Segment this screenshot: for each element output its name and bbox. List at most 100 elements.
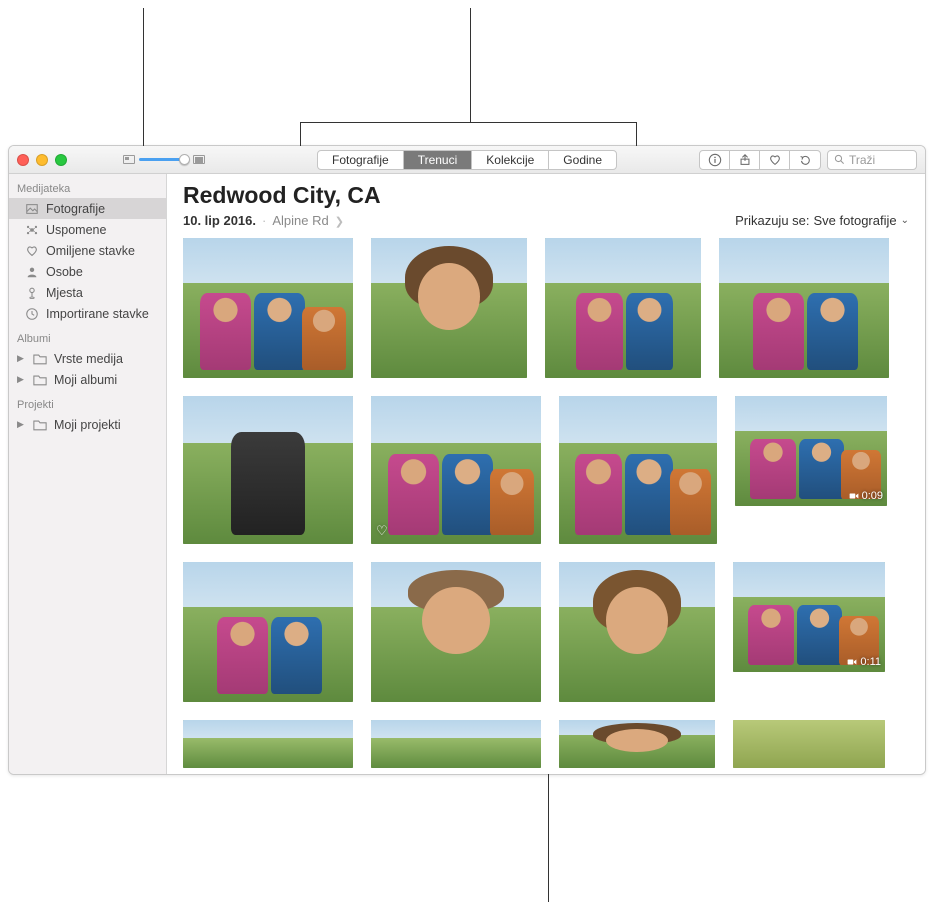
- zoom-button[interactable]: [55, 154, 67, 166]
- chevron-right-icon: ❯: [335, 215, 344, 228]
- main-header: Redwood City, CA 10. lip 2016. · Alpine …: [167, 174, 925, 234]
- toolbar-right: Traži: [699, 150, 917, 170]
- showing-label: Prikazuju se:: [735, 213, 809, 228]
- sidebar-header-library: Medijateka: [9, 180, 166, 198]
- folder-icon: [32, 372, 47, 387]
- close-button[interactable]: [17, 154, 29, 166]
- sidebar-header-projekti: Projekti: [9, 396, 166, 414]
- share-button[interactable]: [730, 151, 760, 169]
- video-duration-badge: 0:11: [847, 656, 881, 668]
- photo-thumbnail[interactable]: 0:11: [733, 562, 885, 672]
- pin-icon: [24, 285, 39, 300]
- callout-line-slider: [143, 8, 144, 146]
- photo-thumbnail[interactable]: [183, 396, 353, 544]
- showing-filter[interactable]: Prikazuju se: Sve fotografije ⌄: [735, 213, 909, 228]
- sidebar-item-mjesta[interactable]: Mjesta: [9, 282, 166, 303]
- tab-fotografije[interactable]: Fotografije: [318, 151, 404, 169]
- subtitle-left[interactable]: 10. lip 2016. · Alpine Rd ❯: [183, 213, 344, 228]
- zoom-large-icon: [193, 155, 205, 164]
- titlebar: Fotografije Trenuci Kolekcije Godine: [9, 146, 925, 174]
- view-tabs: Fotografije Trenuci Kolekcije Godine: [317, 150, 617, 170]
- grid-row: [183, 238, 909, 378]
- sidebar-item-vrste-medija[interactable]: ▶ Vrste medija: [9, 348, 166, 369]
- photo-thumbnail[interactable]: [559, 562, 715, 702]
- subtitle-row: 10. lip 2016. · Alpine Rd ❯ Prikazuju se…: [183, 213, 909, 228]
- disclosure-triangle-icon[interactable]: ▶: [17, 374, 25, 385]
- folder-icon: [32, 351, 47, 366]
- window-body: Medijateka Fotografije Uspomene Omiljene…: [9, 174, 925, 774]
- chevron-down-icon: ⌄: [901, 215, 909, 226]
- sidebar-label: Importirane stavke: [46, 307, 149, 321]
- slider-track[interactable]: [139, 158, 189, 161]
- tab-kolekcije[interactable]: Kolekcije: [472, 151, 549, 169]
- sidebar-label: Moji albumi: [54, 373, 117, 387]
- tab-godine[interactable]: Godine: [549, 151, 616, 169]
- memories-icon: [24, 222, 39, 237]
- sidebar-item-fotografije[interactable]: Fotografije: [9, 198, 166, 219]
- sidebar-item-omiljene[interactable]: Omiljene stavke: [9, 240, 166, 261]
- photo-thumbnail[interactable]: [183, 238, 353, 378]
- showing-value: Sve fotografije: [814, 213, 897, 228]
- sidebar: Medijateka Fotografije Uspomene Omiljene…: [9, 174, 167, 774]
- photo-thumbnail[interactable]: [371, 238, 527, 378]
- tool-group: [699, 150, 821, 170]
- disclosure-triangle-icon[interactable]: ▶: [17, 419, 25, 430]
- video-icon: [849, 491, 859, 501]
- favorite-button[interactable]: [760, 151, 790, 169]
- sidebar-label: Moji projekti: [54, 418, 121, 432]
- photos-icon: [24, 201, 39, 216]
- callout-bracket-top: [300, 122, 636, 123]
- sidebar-item-osobe[interactable]: Osobe: [9, 261, 166, 282]
- sidebar-label: Omiljene stavke: [46, 244, 135, 258]
- photo-thumbnail[interactable]: [559, 720, 715, 768]
- tab-trenuci[interactable]: Trenuci: [404, 151, 473, 169]
- info-button[interactable]: [700, 151, 730, 169]
- photo-thumbnail[interactable]: [559, 396, 717, 544]
- callout-line-tabs: [470, 8, 471, 122]
- heart-icon: [24, 243, 39, 258]
- grid-row: 0:11: [183, 562, 909, 702]
- rotate-button[interactable]: [790, 151, 820, 169]
- window-controls: [17, 154, 67, 166]
- favorite-heart-icon: ♡: [376, 523, 388, 539]
- grid-row: ♡ 0:09: [183, 396, 909, 544]
- zoom-small-icon: [123, 155, 135, 164]
- sidebar-label: Osobe: [46, 265, 83, 279]
- moment-date: 10. lip 2016.: [183, 213, 256, 228]
- sidebar-label: Fotografije: [46, 202, 105, 216]
- sidebar-item-moji-albumi[interactable]: ▶ Moji albumi: [9, 369, 166, 390]
- photo-thumbnail[interactable]: [719, 238, 889, 378]
- photo-thumbnail[interactable]: [371, 720, 541, 768]
- thumbnail-zoom-slider[interactable]: [123, 155, 205, 164]
- sidebar-item-uspomene[interactable]: Uspomene: [9, 219, 166, 240]
- photo-thumbnail[interactable]: [733, 720, 885, 768]
- sidebar-label: Vrste medija: [54, 352, 123, 366]
- folder-icon: [32, 417, 47, 432]
- photo-thumbnail[interactable]: [183, 562, 353, 702]
- photo-thumbnail[interactable]: 0:09: [735, 396, 887, 506]
- callout-bracket-left: [300, 122, 301, 146]
- sidebar-section-library: Medijateka Fotografije Uspomene Omiljene…: [9, 180, 166, 324]
- photo-thumbnail[interactable]: [371, 562, 541, 702]
- person-icon: [24, 264, 39, 279]
- photo-thumbnail[interactable]: ♡: [371, 396, 541, 544]
- grid-row: [183, 720, 909, 768]
- slider-knob[interactable]: [179, 154, 190, 165]
- page-title: Redwood City, CA: [183, 182, 909, 209]
- photo-thumbnail[interactable]: [183, 720, 353, 768]
- search-placeholder: Traži: [849, 153, 875, 167]
- callout-line-bottom: [548, 774, 549, 902]
- sidebar-label: Uspomene: [46, 223, 106, 237]
- video-duration-badge: 0:09: [849, 490, 883, 502]
- clock-icon: [24, 306, 39, 321]
- sidebar-item-moji-projekti[interactable]: ▶ Moji projekti: [9, 414, 166, 435]
- app-window: Fotografije Trenuci Kolekcije Godine: [8, 145, 926, 775]
- disclosure-triangle-icon[interactable]: ▶: [17, 353, 25, 364]
- photo-thumbnail[interactable]: [545, 238, 701, 378]
- minimize-button[interactable]: [36, 154, 48, 166]
- search-input[interactable]: Traži: [827, 150, 917, 170]
- moment-location: Alpine Rd: [272, 213, 328, 228]
- thumbnail-grid: ♡ 0:09 0:11: [167, 234, 925, 774]
- sidebar-item-importirane[interactable]: Importirane stavke: [9, 303, 166, 324]
- sidebar-label: Mjesta: [46, 286, 83, 300]
